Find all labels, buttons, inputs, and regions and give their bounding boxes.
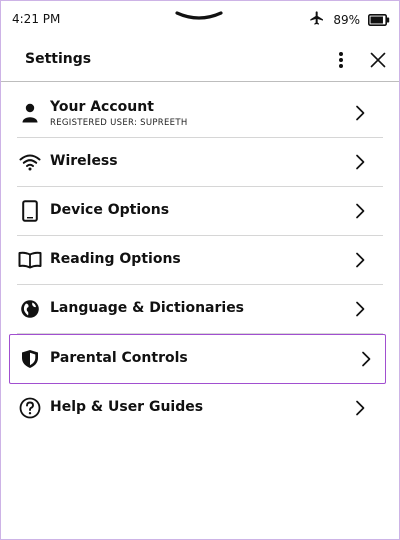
settings-item-device-options[interactable]: Device Options bbox=[17, 187, 383, 236]
airplane-mode-icon bbox=[309, 10, 325, 30]
chevron-right-icon bbox=[356, 400, 365, 416]
status-bar: 4:21 PM 89% bbox=[1, 1, 399, 37]
chevron-right-icon bbox=[356, 154, 365, 170]
more-options-button[interactable] bbox=[331, 49, 351, 71]
wifi-icon bbox=[17, 138, 43, 186]
pull-down-handle-icon[interactable] bbox=[175, 7, 223, 26]
person-icon bbox=[17, 89, 43, 137]
settings-item-label: Wireless bbox=[50, 153, 118, 169]
kindle-settings-screen: 4:21 PM 89% Settings Your Account REGIST… bbox=[0, 0, 400, 540]
settings-list: Your Account REGISTERED USER: SUPREETH W… bbox=[1, 89, 399, 432]
settings-item-label: Device Options bbox=[50, 202, 170, 218]
close-icon bbox=[370, 52, 386, 68]
book-icon bbox=[17, 236, 43, 284]
settings-header: Settings bbox=[1, 37, 399, 82]
settings-item-wireless[interactable]: Wireless bbox=[17, 138, 383, 187]
settings-item-parental-controls[interactable]: Parental Controls bbox=[9, 334, 386, 384]
settings-item-label: Language & Dictionaries bbox=[50, 300, 245, 316]
status-time: 4:21 PM bbox=[12, 12, 61, 26]
globe-icon bbox=[17, 285, 43, 333]
chevron-right-icon bbox=[356, 105, 365, 121]
settings-item-label: Help & User Guides bbox=[50, 399, 204, 415]
chevron-right-icon bbox=[362, 351, 371, 367]
status-indicators: 89% bbox=[309, 10, 390, 30]
help-icon bbox=[17, 384, 43, 432]
page-title: Settings bbox=[25, 51, 92, 67]
settings-item-reading-options[interactable]: Reading Options bbox=[17, 236, 383, 285]
settings-item-subtitle: REGISTERED USER: SUPREETH bbox=[50, 118, 188, 128]
battery-icon bbox=[368, 11, 390, 30]
close-button[interactable] bbox=[367, 49, 389, 71]
chevron-right-icon bbox=[356, 252, 365, 268]
settings-item-label: Parental Controls bbox=[50, 350, 188, 366]
settings-item-label: Your Account bbox=[50, 99, 154, 115]
settings-item-help-user-guides[interactable]: Help & User Guides bbox=[17, 384, 383, 432]
battery-percentage: 89% bbox=[333, 13, 360, 27]
shield-icon bbox=[17, 335, 43, 383]
more-vertical-icon bbox=[339, 52, 343, 68]
settings-item-language-dictionaries[interactable]: Language & Dictionaries bbox=[17, 285, 383, 334]
chevron-right-icon bbox=[356, 203, 365, 219]
device-icon bbox=[17, 187, 43, 235]
settings-item-your-account[interactable]: Your Account REGISTERED USER: SUPREETH bbox=[17, 89, 383, 138]
chevron-right-icon bbox=[356, 301, 365, 317]
settings-item-label: Reading Options bbox=[50, 251, 181, 267]
